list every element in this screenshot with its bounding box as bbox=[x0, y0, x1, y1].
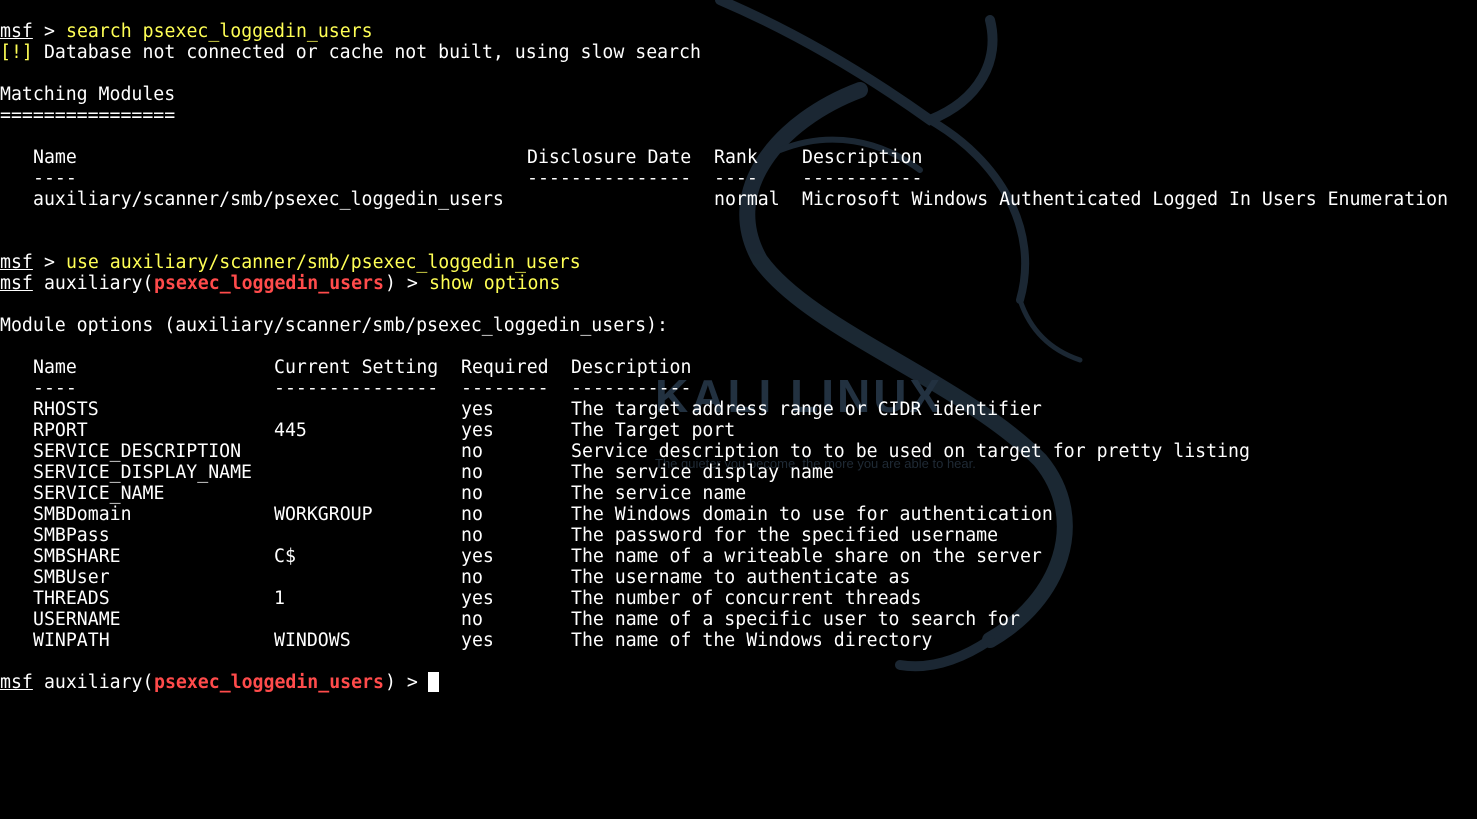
option-description: Service description to to be used on tar… bbox=[571, 441, 1250, 462]
prompt-arrow: > bbox=[33, 252, 66, 273]
option-name: WINPATH bbox=[33, 630, 110, 651]
option-name: SMBPass bbox=[33, 525, 110, 546]
option-required: yes bbox=[461, 588, 494, 609]
option-setting: WORKGROUP bbox=[274, 504, 373, 525]
table-row: RPORT 445 yes The Target port bbox=[0, 420, 735, 441]
option-description: The name of a writeable share on the ser… bbox=[571, 546, 1042, 567]
table-row: WINPATH WINDOWS yes The name of the Wind… bbox=[0, 630, 932, 651]
auxiliary-prefix: auxiliary( bbox=[33, 672, 154, 693]
col-description: Description bbox=[802, 147, 923, 168]
col-rank: Rank bbox=[714, 147, 758, 168]
matching-heading: Matching Modules bbox=[0, 84, 176, 105]
command-input[interactable] bbox=[428, 672, 439, 693]
option-description: The Windows domain to use for authentica… bbox=[571, 504, 1053, 525]
table-row: SMBSHARE C$ yes The name of a writeable … bbox=[0, 546, 1042, 567]
table-row: SMBDomain WORKGROUP no The Windows domai… bbox=[0, 504, 1053, 525]
module-name: psexec_loggedin_users bbox=[154, 672, 384, 693]
use-command: use auxiliary/scanner/smb/psexec_loggedi… bbox=[66, 252, 581, 273]
option-name: SERVICE_DISPLAY_NAME bbox=[33, 462, 252, 483]
option-required: yes bbox=[461, 420, 494, 441]
option-description: The password for the specified username bbox=[571, 525, 999, 546]
option-name: SMBDomain bbox=[33, 504, 132, 525]
module-rank: normal bbox=[714, 189, 780, 210]
msf-prompt: msf bbox=[0, 672, 33, 693]
option-setting: 1 bbox=[274, 588, 285, 609]
msf-prompt: msf bbox=[0, 273, 33, 294]
options-heading: Module options (auxiliary/scanner/smb/ps… bbox=[0, 315, 668, 336]
col-name: Name bbox=[33, 357, 77, 378]
table-row: RHOSTS yes The target address range or C… bbox=[0, 399, 1042, 420]
option-name: SMBSHARE bbox=[33, 546, 121, 567]
prompt-line-show-options: msf auxiliary( psexec_loggedin_users ) >… bbox=[0, 273, 560, 294]
auxiliary-prefix: auxiliary( bbox=[33, 273, 154, 294]
module-name: psexec_loggedin_users bbox=[154, 273, 384, 294]
matching-rule: ================ bbox=[0, 105, 176, 126]
option-name: RPORT bbox=[33, 420, 88, 441]
option-required: no bbox=[461, 441, 483, 462]
option-required: no bbox=[461, 483, 483, 504]
option-name: SMBUser bbox=[33, 567, 110, 588]
prompt-line-current[interactable]: msf auxiliary( psexec_loggedin_users ) > bbox=[0, 672, 439, 693]
warning-tag: [!] bbox=[0, 42, 33, 63]
option-description: The service name bbox=[571, 483, 747, 504]
module-path: auxiliary/scanner/smb/psexec_loggedin_us… bbox=[33, 189, 504, 210]
col-disclosure-date: Disclosure Date bbox=[527, 147, 692, 168]
col-required: Required bbox=[461, 357, 549, 378]
option-required: no bbox=[461, 567, 483, 588]
terminal-cursor bbox=[428, 672, 439, 692]
option-description: The Target port bbox=[571, 420, 736, 441]
option-name: USERNAME bbox=[33, 609, 121, 630]
modules-table-header: Name Disclosure Date Rank Description bbox=[0, 147, 922, 168]
option-required: no bbox=[461, 525, 483, 546]
table-row: SERVICE_DISPLAY_NAME no The service disp… bbox=[0, 462, 834, 483]
module-description: Microsoft Windows Authenticated Logged I… bbox=[802, 189, 1449, 210]
options-table-header: Name Current Setting Required Descriptio… bbox=[0, 357, 691, 378]
table-row: THREADS 1 yes The number of concurrent t… bbox=[0, 588, 921, 609]
option-required: no bbox=[461, 504, 483, 525]
warning-line: [!] Database not connected or cache not … bbox=[0, 42, 701, 63]
option-setting: 445 bbox=[274, 420, 307, 441]
prompt-line-use: msf > use auxiliary/scanner/smb/psexec_l… bbox=[0, 252, 581, 273]
option-description: The username to authenticate as bbox=[571, 567, 911, 588]
modules-table-dashes: ---- --------------- ---- ----------- bbox=[33, 168, 923, 189]
search-command: search psexec_loggedin_users bbox=[66, 21, 373, 42]
table-row: SERVICE_DESCRIPTION no Service descripti… bbox=[0, 441, 1250, 462]
options-table-dashes: ---- --------------- -------- ----------… bbox=[33, 378, 692, 399]
prompt-arrow: > bbox=[33, 21, 66, 42]
msf-prompt: msf bbox=[0, 252, 33, 273]
table-row: USERNAME no The name of a specific user … bbox=[0, 609, 1020, 630]
table-row: SMBUser no The username to authenticate … bbox=[0, 567, 910, 588]
option-description: The number of concurrent threads bbox=[571, 588, 922, 609]
option-required: no bbox=[461, 609, 483, 630]
option-description: The service display name bbox=[571, 462, 834, 483]
option-setting: WINDOWS bbox=[274, 630, 351, 651]
option-name: RHOSTS bbox=[33, 399, 99, 420]
col-name: Name bbox=[33, 147, 77, 168]
option-required: no bbox=[461, 462, 483, 483]
table-row: SMBPass no The password for the specifie… bbox=[0, 525, 998, 546]
auxiliary-suffix: ) > bbox=[385, 273, 429, 294]
option-name: SERVICE_DESCRIPTION bbox=[33, 441, 242, 462]
table-row: auxiliary/scanner/smb/psexec_loggedin_us… bbox=[0, 189, 1448, 210]
option-required: yes bbox=[461, 399, 494, 420]
show-options-command: show options bbox=[429, 273, 561, 294]
table-row: SERVICE_NAME no The service name bbox=[0, 483, 746, 504]
option-name: SERVICE_NAME bbox=[33, 483, 165, 504]
option-description: The name of the Windows directory bbox=[571, 630, 933, 651]
option-name: THREADS bbox=[33, 588, 110, 609]
prompt-line-search: msf > search psexec_loggedin_users bbox=[0, 21, 373, 42]
option-required: yes bbox=[461, 630, 494, 651]
msf-prompt: msf bbox=[0, 21, 33, 42]
col-current-setting: Current Setting bbox=[274, 357, 439, 378]
option-description: The name of a specific user to search fo… bbox=[571, 609, 1020, 630]
option-description: The target address range or CIDR identif… bbox=[571, 399, 1042, 420]
option-setting: C$ bbox=[274, 546, 296, 567]
auxiliary-suffix: ) > bbox=[385, 672, 429, 693]
col-description: Description bbox=[571, 357, 692, 378]
warning-text: Database not connected or cache not buil… bbox=[33, 42, 701, 63]
option-required: yes bbox=[461, 546, 494, 567]
